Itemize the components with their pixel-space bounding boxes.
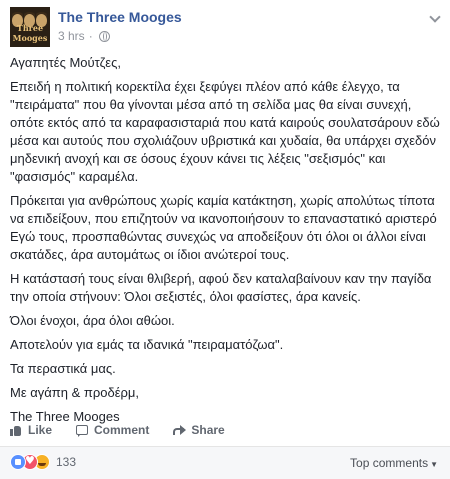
post-paragraph: Τα περαστικά μας. (10, 361, 116, 376)
thumbs-up-icon (10, 424, 22, 436)
globe-icon[interactable] (98, 30, 110, 42)
page-avatar[interactable]: Three Mooges (10, 7, 50, 47)
share-arrow-icon (173, 424, 187, 436)
like-button[interactable]: Like (10, 423, 52, 437)
top-comments-dropdown[interactable]: Top comments ▼ (350, 456, 438, 470)
post-paragraph: Αγαπητές Μούτζες, (10, 55, 121, 70)
like-label: Like (28, 423, 53, 437)
reaction-count[interactable]: 133 (56, 455, 76, 469)
chevron-down-icon[interactable] (430, 13, 440, 23)
like-reaction-icon (10, 454, 26, 470)
caret-down-icon: ▼ (430, 460, 438, 469)
post-meta: 3 hrs · (58, 29, 110, 43)
post-actions: Like Comment Share (10, 420, 440, 440)
avatar-logo: Three Mooges (12, 23, 48, 43)
post-paragraph: Η κατάστασή τους είναι θλιβερή, αφού δεν… (10, 271, 432, 304)
share-label: Share (191, 423, 225, 437)
meta-separator: · (88, 29, 93, 43)
post-paragraph: Πρόκειται για ανθρώπους χωρίς καμία κατά… (10, 193, 437, 262)
comment-bubble-icon (76, 424, 89, 437)
post-body: Αγαπητές Μούτζες, Επειδή η πολιτική κορε… (10, 54, 442, 432)
reaction-summary[interactable]: 133 (10, 454, 76, 470)
comment-label: Comment (94, 423, 150, 437)
post-paragraph: Επειδή η πολιτική κορεκτίλα έχει ξεφύγει… (10, 79, 440, 184)
post-paragraph: Με αγάπη & προδέρμ, (10, 385, 139, 400)
post-timestamp[interactable]: 3 hrs (58, 29, 85, 43)
page-name-link[interactable]: The Three Mooges (58, 9, 182, 25)
post-header: Three Mooges The Three Mooges 3 hrs · (10, 7, 440, 47)
post-paragraph: Αποτελούν για εμάς τα ιδανικά "πειραματό… (10, 337, 284, 352)
reactions-footer: 133 Top comments▼ (0, 447, 450, 479)
comment-button[interactable]: Comment (76, 423, 149, 437)
top-comments-label: Top comments (350, 456, 429, 470)
share-button[interactable]: Share (173, 423, 225, 437)
post-paragraph: Όλοι ένοχοι, άρα όλοι αθώοι. (10, 313, 175, 328)
facebook-post: Three Mooges The Three Mooges 3 hrs · Αγ… (0, 0, 450, 479)
